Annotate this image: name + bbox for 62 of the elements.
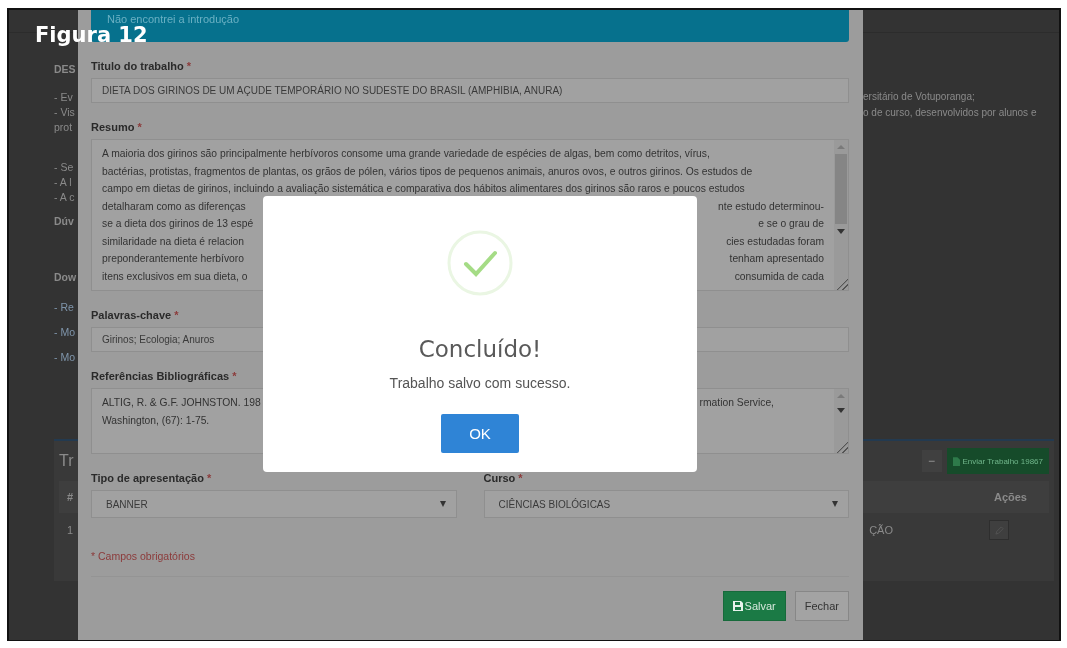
textarea-text: preponderantemente herbívoro <box>102 252 244 266</box>
page-text: prot <box>54 120 74 135</box>
page-text: - Se <box>54 160 75 175</box>
page-text: - A l <box>54 175 73 190</box>
textarea-text: cies estudadas foram <box>726 234 824 249</box>
page-text: Dúv <box>54 214 75 229</box>
field-label: Curso * <box>483 472 523 484</box>
scrollbar[interactable] <box>834 389 848 453</box>
ok-button[interactable]: OK <box>441 414 519 453</box>
textarea-text: itens exclusivos em sua dieta, o <box>102 269 248 284</box>
textarea-text: consumida de cada <box>734 269 824 284</box>
floppy-icon <box>732 601 743 611</box>
card-title: Tr <box>59 452 74 470</box>
page-text: o de curso, desenvolvidos por alunos e <box>863 106 1038 120</box>
textarea-text: e se o grau de <box>758 217 824 231</box>
page-text: - Vis <box>54 105 76 120</box>
dialog-message: Trabalho salvo com sucesso. <box>389 375 571 391</box>
textarea-text: A maioria dos girinos são principalmente herbívoros consome uma grande variedade de espécies de algas, bem como detritos, vírus, <box>102 147 710 161</box>
field-label: Referências Bibliográficas * <box>91 370 237 382</box>
page-text: - Mo <box>54 350 76 365</box>
page-text: Dow <box>54 270 78 285</box>
required-note: * Campos obrigatórios <box>91 550 196 562</box>
collapse-button[interactable]: − <box>921 450 942 472</box>
field-label: Palavras-chave * <box>91 309 179 321</box>
figure-label: Figura 12 <box>35 25 148 46</box>
textarea-text: tenham apresentado <box>729 252 824 266</box>
text-field[interactable]: DIETA DOS GIRINOS DE UM AÇUDE TEMPORÁRIO NO SUDESTE DO BRASIL (AMPHIBIA, ANURA) <box>91 78 849 103</box>
textarea-text: se a dieta dos girinos de 13 espé <box>102 217 254 231</box>
select-field[interactable]: BANNER <box>91 490 457 518</box>
save-button[interactable]: Salvar <box>722 591 786 621</box>
scrollbar[interactable] <box>834 140 848 290</box>
dialog-title: Concluído! <box>418 336 542 362</box>
edit-button[interactable] <box>989 520 1009 540</box>
caret-icon <box>439 501 446 507</box>
file-icon <box>952 456 960 466</box>
column-header: # <box>67 491 74 503</box>
page-text: - Mo <box>54 325 76 340</box>
textarea-text: campo em dietas de girinos, incluindo a avaliação sistemática e comparativa dos hábitos alimentares dos girinos são raros e poucos estudos <box>102 182 745 196</box>
table-cell: ÇÃO <box>869 524 893 536</box>
alert-text: Não encontrei a introdução <box>107 13 240 25</box>
field-label: Tipo de apresentação * <box>91 472 212 484</box>
send-button[interactable]: Enviar Trabalho 19867 <box>946 448 1049 474</box>
table-cell: 1 <box>67 524 74 536</box>
field-label: Resumo * <box>91 121 142 133</box>
textarea-text: similaridade na dieta é relacion <box>102 234 244 249</box>
check-icon <box>447 230 513 296</box>
page-text: ersitário de Votuporanga; <box>863 90 976 104</box>
field-label: Titulo do trabalho * <box>91 60 191 72</box>
select-field[interactable]: CIÊNCIAS BIOLÓGICAS <box>483 490 849 518</box>
caret-icon <box>832 501 838 507</box>
textarea-text: rmation Service, <box>699 396 774 410</box>
column-header: Ações <box>993 491 1027 503</box>
textarea-text: bactérias, protistas, fragmentos de plantas, os grãos de pólen, vários tipos de pequenos animais, anuros ovos, e outros girinos. Os estudos de <box>102 164 753 179</box>
textarea-text: nte estudo determinou- <box>718 199 824 214</box>
textarea-text: ALTIG, R. & G.F. JOHNSTON. 198 <box>102 396 261 410</box>
textarea-text: detalharam como as diferenças <box>102 199 246 214</box>
close-button[interactable]: Fechar <box>794 591 849 621</box>
page-text: - A c <box>54 190 76 205</box>
textarea-text: Washington, (67): 1-75. <box>102 413 210 428</box>
page-text: - Re <box>54 300 75 315</box>
page-text: - Ev <box>54 90 74 105</box>
page-text: DES <box>54 62 77 77</box>
